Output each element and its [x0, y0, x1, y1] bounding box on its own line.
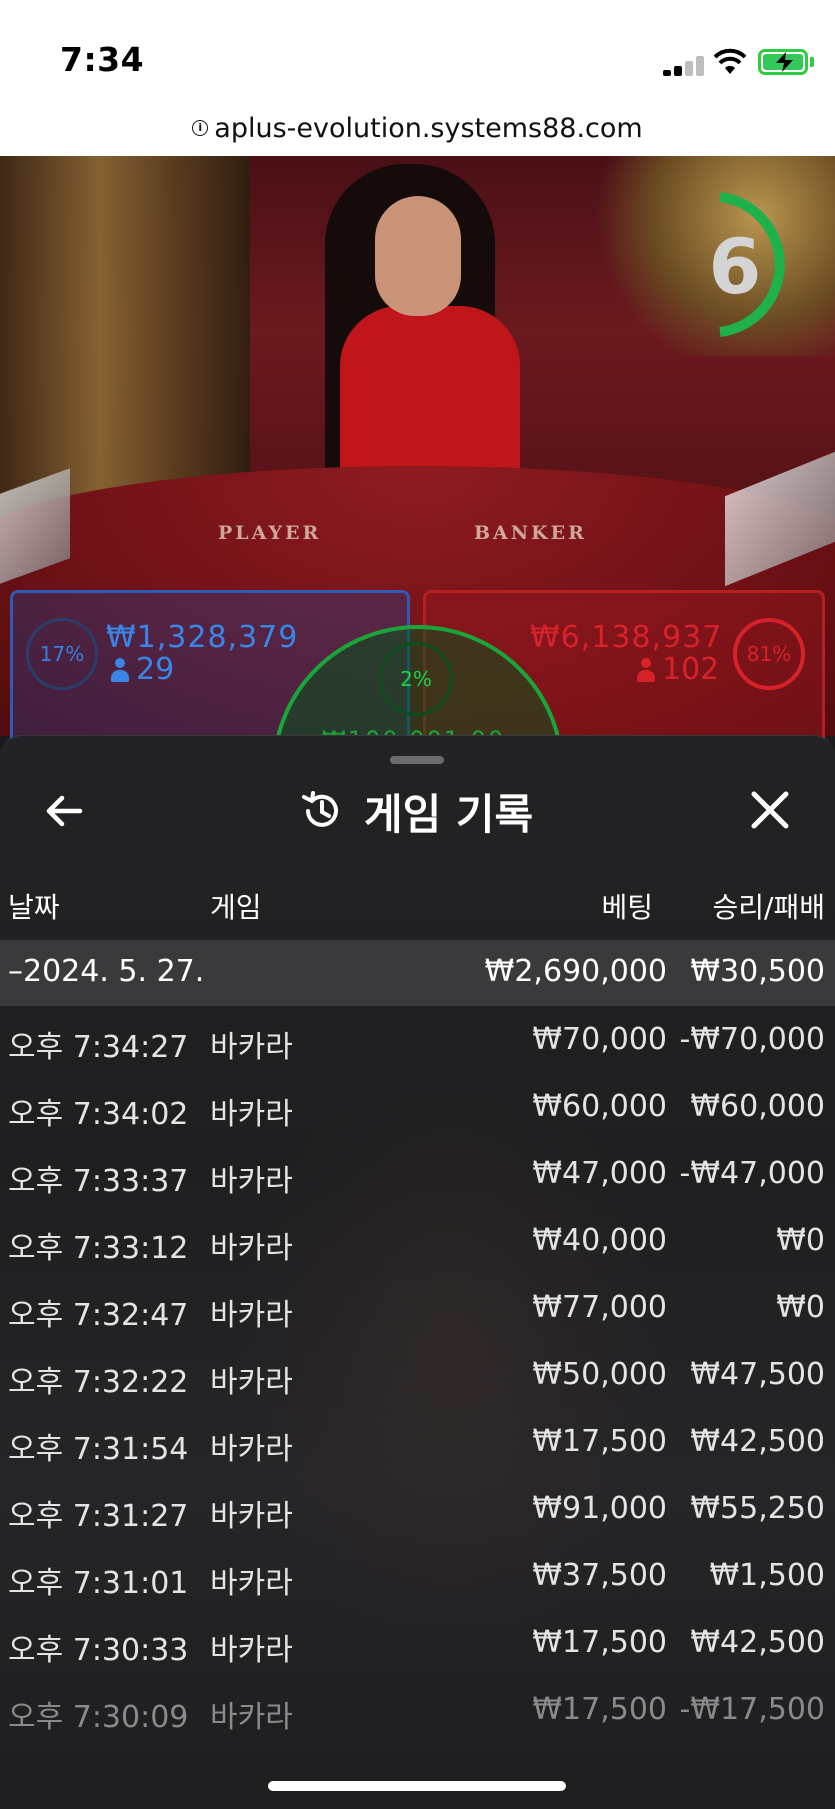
history-row[interactable]: 오후 7:33:12 바카라 ₩40,000 ₩0	[0, 1207, 835, 1274]
row-game: 바카라	[210, 1164, 293, 1199]
row-game: 바카라	[210, 1231, 293, 1266]
info-icon[interactable]: i	[192, 120, 209, 136]
player-total-amount: ₩1,328,379	[106, 620, 299, 655]
felt-label-banker: BANKER	[474, 522, 587, 544]
history-row[interactable]: 오후 7:32:47 바카라 ₩77,000 ₩0	[0, 1274, 835, 1341]
user-icon	[110, 657, 130, 682]
date-group-bet-total: ₩2,690,000	[484, 954, 667, 989]
row-time: 오후 7:30:09	[8, 1700, 189, 1735]
column-header-date: 날짜	[8, 891, 60, 924]
date-group-label: –2024. 5. 27.	[8, 954, 205, 989]
row-bet: ₩60,000	[532, 1089, 667, 1124]
row-win-loss: ₩42,500	[690, 1625, 825, 1660]
wifi-icon	[714, 48, 746, 74]
row-time: 오후 7:31:27	[8, 1499, 189, 1534]
history-row[interactable]: 오후 7:30:33 바카라 ₩17,500 ₩42,500	[0, 1609, 835, 1676]
date-group-row[interactable]: –2024. 5. 27. ₩2,690,000 ₩30,500	[0, 940, 835, 1006]
history-clock-icon	[302, 791, 338, 827]
tie-percent: 2%	[379, 642, 453, 716]
row-time: 오후 7:31:01	[8, 1566, 189, 1601]
row-game: 바카라	[210, 1298, 293, 1333]
row-bet: ₩77,000	[532, 1290, 667, 1325]
row-bet: ₩17,500	[532, 1424, 667, 1459]
sheet-title-text: 게임 기록	[364, 789, 534, 839]
history-list: 오후 7:34:27 바카라 ₩70,000 -₩70,000 오후 7:34:…	[0, 1006, 835, 1743]
column-header-game: 게임	[210, 891, 262, 924]
row-time: 오후 7:32:47	[8, 1298, 189, 1333]
status-bar: 7:34	[0, 0, 835, 100]
status-time: 7:34	[60, 40, 145, 79]
row-bet: ₩37,500	[532, 1558, 667, 1593]
home-indicator[interactable]	[268, 1781, 566, 1791]
row-time: 오후 7:31:54	[8, 1432, 189, 1467]
row-win-loss: ₩1,500	[709, 1558, 825, 1593]
row-game: 바카라	[210, 1633, 293, 1668]
drag-handle[interactable]	[390, 756, 444, 764]
game-history-sheet: 게임 기록 날짜 게임 베팅 승리/패배 –2024. 5. 27. ₩2,69…	[0, 735, 835, 1809]
banker-bettor-count: 102	[636, 652, 719, 687]
history-row[interactable]: 오후 7:31:01 바카라 ₩37,500 ₩1,500	[0, 1542, 835, 1609]
banker-total-amount: ₩6,138,937	[530, 620, 723, 655]
banker-percent: 81%	[733, 618, 805, 690]
row-game: 바카라	[210, 1097, 293, 1132]
row-time: 오후 7:33:12	[8, 1231, 189, 1266]
row-bet: ₩40,000	[532, 1223, 667, 1258]
row-time: 오후 7:34:27	[8, 1030, 189, 1065]
row-time: 오후 7:30:33	[8, 1633, 189, 1668]
column-header-bet: 베팅	[601, 891, 653, 924]
arrow-left-icon[interactable]	[40, 786, 90, 836]
history-row[interactable]: 오후 7:32:22 바카라 ₩50,000 ₩47,500	[0, 1341, 835, 1408]
player-bettor-count: 29	[110, 652, 174, 687]
row-game: 바카라	[210, 1566, 293, 1601]
row-game: 바카라	[210, 1499, 293, 1534]
row-bet: ₩17,500	[532, 1692, 667, 1727]
screen: 7:34 i aplus-evolution.systems88.com PLA…	[0, 0, 835, 1809]
history-row[interactable]: 오후 7:34:27 바카라 ₩70,000 -₩70,000	[0, 1006, 835, 1073]
felt-label-player: PLAYER	[218, 522, 322, 544]
row-bet: ₩91,000	[532, 1491, 667, 1526]
history-row[interactable]: 오후 7:31:27 바카라 ₩91,000 ₩55,250	[0, 1475, 835, 1542]
cellular-signal-icon	[663, 56, 705, 76]
charging-bolt-icon	[776, 52, 793, 72]
date-group-win-loss-total: ₩30,500	[690, 954, 825, 989]
player-percent: 17%	[26, 618, 98, 690]
row-win-loss: ₩0	[776, 1290, 825, 1325]
address-bar[interactable]: i aplus-evolution.systems88.com	[0, 100, 835, 156]
row-win-loss: -₩17,500	[679, 1692, 825, 1727]
column-header-win-loss: 승리/패배	[712, 891, 825, 924]
row-win-loss: ₩60,000	[690, 1089, 825, 1124]
history-row[interactable]: 오후 7:34:02 바카라 ₩60,000 ₩60,000	[0, 1073, 835, 1140]
row-win-loss: -₩70,000	[679, 1022, 825, 1057]
user-icon	[636, 657, 656, 682]
row-bet: ₩70,000	[532, 1022, 667, 1057]
row-time: 오후 7:32:22	[8, 1365, 189, 1400]
row-bet: ₩47,000	[532, 1156, 667, 1191]
history-row[interactable]: 오후 7:30:09 바카라 ₩17,500 -₩17,500	[0, 1676, 835, 1743]
battery-icon	[758, 49, 808, 75]
row-win-loss: ₩55,250	[690, 1491, 825, 1526]
row-bet: ₩17,500	[532, 1625, 667, 1660]
url-text: aplus-evolution.systems88.com	[214, 112, 643, 144]
row-win-loss: ₩42,500	[690, 1424, 825, 1459]
history-row[interactable]: 오후 7:31:54 바카라 ₩17,500 ₩42,500	[0, 1408, 835, 1475]
sheet-title: 게임 기록	[300, 784, 533, 839]
row-bet: ₩50,000	[532, 1357, 667, 1392]
row-game: 바카라	[210, 1365, 293, 1400]
row-game: 바카라	[210, 1030, 293, 1065]
row-win-loss: ₩47,500	[690, 1357, 825, 1392]
row-time: 오후 7:33:37	[8, 1164, 189, 1199]
row-win-loss: -₩47,000	[679, 1156, 825, 1191]
row-time: 오후 7:34:02	[8, 1097, 189, 1132]
row-game: 바카라	[210, 1432, 293, 1467]
row-game: 바카라	[210, 1700, 293, 1735]
countdown-number: 6	[708, 222, 762, 311]
close-icon[interactable]	[744, 784, 796, 836]
history-row[interactable]: 오후 7:33:37 바카라 ₩47,000 -₩47,000	[0, 1140, 835, 1207]
row-win-loss: ₩0	[776, 1223, 825, 1258]
